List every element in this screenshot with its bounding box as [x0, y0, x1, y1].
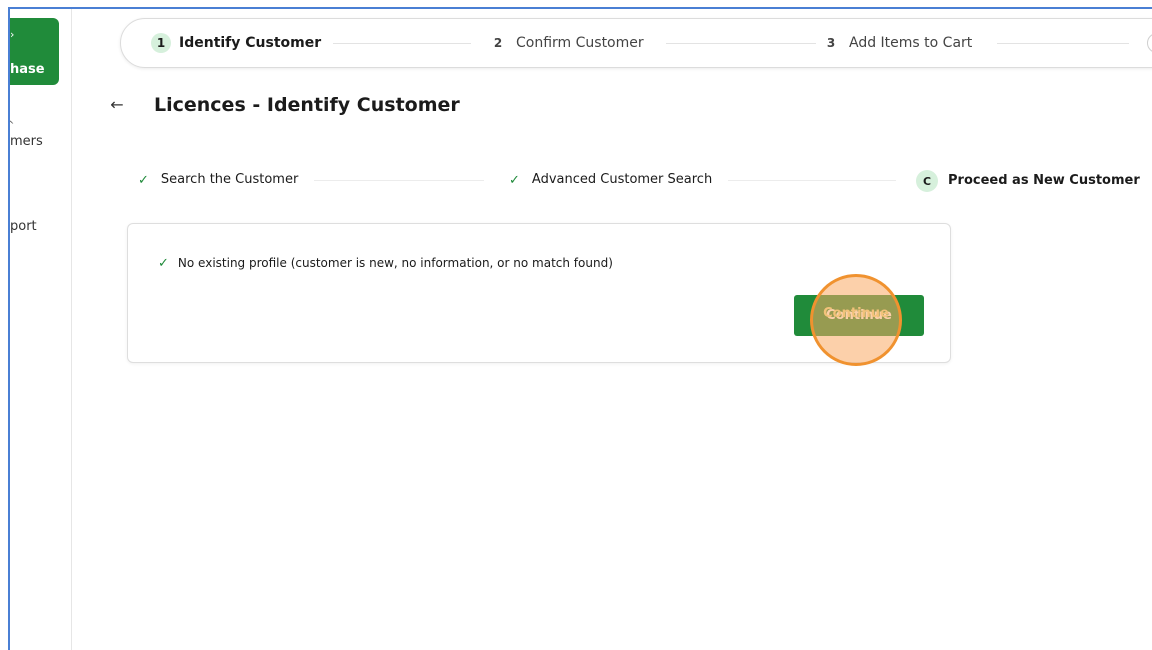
step-label: Identify Customer	[179, 35, 322, 51]
purchase-label: hase	[10, 62, 45, 77]
step-next-indicator	[1147, 33, 1152, 53]
no-profile-message: ✓ No existing profile (customer is new, …	[158, 254, 613, 272]
step-number: 2	[493, 36, 503, 50]
substep-label: Advanced Customer Search	[531, 172, 713, 187]
sidebar: › hase ^ mers ) port	[10, 9, 72, 650]
step-label: Confirm Customer	[516, 35, 644, 51]
continue-button[interactable]: Continue	[794, 295, 924, 336]
sidebar-item-customers[interactable]: ^ mers	[10, 121, 43, 150]
message-text: No existing profile (customer is new, no…	[177, 256, 613, 270]
check-icon: ✓	[158, 255, 169, 271]
substep-connector	[314, 180, 484, 181]
window-frame-top	[8, 7, 1152, 9]
substep-search-customer[interactable]: ✓ Search the Customer	[138, 170, 298, 190]
sidebar-item-support[interactable]: ) port	[10, 206, 37, 235]
check-icon: ✓	[509, 172, 520, 188]
step-connector	[666, 43, 816, 44]
help-icon: )	[10, 206, 37, 216]
step-identify-customer[interactable]: 1 Identify Customer	[151, 33, 321, 53]
step-number: 1	[151, 33, 171, 53]
step-add-items[interactable]: 3 Add Items to Cart	[821, 33, 972, 53]
substep-new-customer[interactable]: C Proceed as New Customer	[916, 170, 1140, 192]
purchase-button[interactable]: › hase	[10, 18, 59, 85]
new-customer-card: ✓ No existing profile (customer is new, …	[127, 223, 951, 363]
step-label: Add Items to Cart	[849, 35, 973, 51]
step-connector	[333, 43, 471, 44]
chevron-up-icon: ^	[10, 121, 43, 131]
step-connector	[997, 43, 1129, 44]
arrow-icon: ›	[10, 28, 15, 41]
substep-badge: C	[916, 170, 938, 192]
step-confirm-customer[interactable]: 2 Confirm Customer	[488, 33, 644, 53]
back-arrow-icon[interactable]: ←	[106, 94, 128, 116]
step-number: 3	[826, 36, 836, 50]
sidebar-item-label: port	[10, 219, 37, 234]
check-icon: ✓	[138, 172, 149, 188]
checkout-stepper: 1 Identify Customer 2 Confirm Customer 3…	[120, 18, 1152, 68]
substep-label: Search the Customer	[160, 172, 299, 187]
page-title: Licences - Identify Customer	[154, 94, 460, 116]
substep-connector	[728, 180, 896, 181]
substep-label: Proceed as New Customer	[948, 173, 1140, 188]
substep-advanced-search[interactable]: ✓ Advanced Customer Search	[509, 170, 712, 190]
sidebar-item-label: mers	[10, 134, 43, 149]
